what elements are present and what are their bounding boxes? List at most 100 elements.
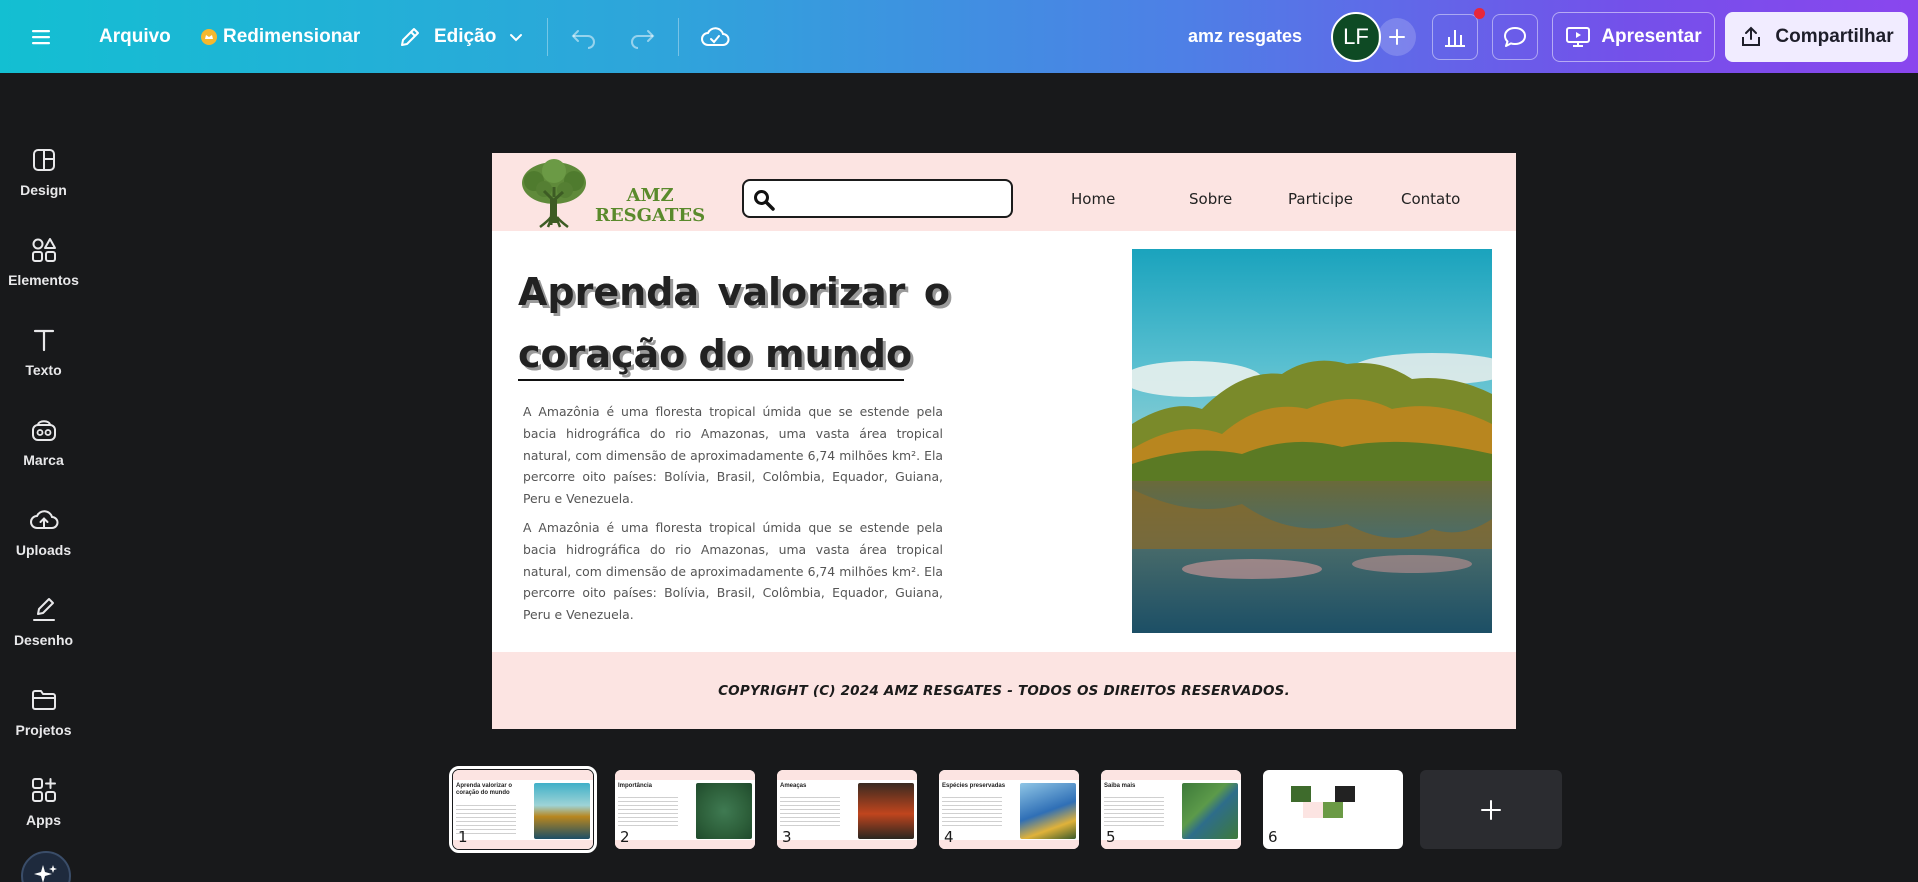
- sidebar-item-elements[interactable]: Elementos: [0, 223, 87, 301]
- sidebar-item-label: Projetos: [15, 722, 72, 738]
- thumbnail-title: Importância: [618, 783, 653, 789]
- sidebar-item-draw[interactable]: Desenho: [0, 583, 87, 661]
- sidebar-item-label: Desenho: [13, 632, 74, 648]
- shapes-icon: [31, 238, 56, 262]
- document-title-text: amz resgates: [1188, 26, 1303, 46]
- page-thumbnail-5[interactable]: Saiba mais 5: [1101, 770, 1241, 849]
- present-button[interactable]: Apresentar: [1552, 12, 1715, 62]
- logo-line-1: AMZ: [626, 185, 674, 206]
- thumbnail-text-lines: [942, 797, 1002, 827]
- nav-link-home[interactable]: Home: [1071, 190, 1115, 208]
- thumbnail-text-lines: [1104, 797, 1164, 827]
- add-page-button[interactable]: [1420, 770, 1562, 849]
- bar-chart-icon: [1445, 30, 1465, 47]
- page-footer[interactable]: COPYRIGHT (C) 2024 AMZ RESGATES - TODOS …: [492, 652, 1516, 729]
- edit-mode-dropdown[interactable]: Edição: [398, 0, 524, 73]
- resize-label: Redimensionar: [223, 25, 361, 47]
- thumbnail-title: Ameaças: [780, 783, 807, 789]
- sidebar-item-design[interactable]: Design: [0, 133, 87, 211]
- thumbnail-header: [453, 770, 593, 780]
- sidebar-item-label: Elementos: [8, 272, 79, 288]
- thumbnail-header: [615, 770, 755, 780]
- thumbnail-number: 6: [1268, 828, 1278, 846]
- undo-button[interactable]: [570, 0, 598, 73]
- design-page-canvas[interactable]: AMZ RESGATES Home Sobre Participe Contat…: [492, 153, 1516, 729]
- intro-paragraph-2[interactable]: A Amazônia é uma floresta tropical úmida…: [523, 517, 943, 626]
- color-swatch: [1323, 802, 1343, 818]
- sidebar-item-label: Design: [20, 182, 67, 198]
- sidebar-item-uploads[interactable]: Uploads: [0, 493, 87, 571]
- thumbnail-header: [1101, 770, 1241, 780]
- file-menu-label: Arquivo: [99, 25, 171, 47]
- thumbnail-footer: [939, 840, 1079, 849]
- hamburger-menu-button[interactable]: [30, 0, 52, 73]
- tree-logo-icon: [522, 159, 586, 228]
- sidebar-item-label: Texto: [25, 362, 62, 378]
- intro-paragraph-1[interactable]: A Amazônia é uma floresta tropical úmida…: [523, 401, 943, 510]
- redo-icon: [631, 29, 655, 49]
- page-thumbnail-2[interactable]: Importância 2: [615, 770, 755, 849]
- top-toolbar: Arquivo Redimensionar Edição amz resgate…: [0, 0, 1918, 73]
- sidebar-item-label: Uploads: [15, 542, 72, 558]
- page-thumbnail-3[interactable]: Ameaças 3: [777, 770, 917, 849]
- page-thumbnail-4[interactable]: Espécies preservadas 4: [939, 770, 1079, 849]
- redo-button[interactable]: [628, 0, 656, 73]
- color-swatch: [1335, 786, 1355, 802]
- file-menu-button[interactable]: Arquivo: [99, 0, 171, 73]
- thumbnail-number: 3: [782, 828, 792, 846]
- share-label: Compartilhar: [1775, 26, 1894, 47]
- avatar-initials: LF: [1343, 24, 1369, 49]
- thumbnail-footer: [777, 840, 917, 849]
- draw-icon: [32, 598, 55, 621]
- sidebar-item-brand[interactable]: Marca: [0, 403, 87, 481]
- crown-icon: [201, 28, 217, 45]
- thumbnail-image: [858, 783, 914, 839]
- thumbnail-image: [534, 783, 590, 839]
- share-button[interactable]: Compartilhar: [1725, 12, 1908, 62]
- page-thumbnail-1[interactable]: Aprenda valorizar o coração do mundo 1: [449, 766, 597, 853]
- nav-link-about[interactable]: Sobre: [1189, 190, 1232, 208]
- logo-wordmark: AMZ RESGATES: [595, 186, 705, 226]
- save-status-button[interactable]: [700, 0, 730, 73]
- nav-link-contact[interactable]: Contato: [1401, 190, 1460, 208]
- sidebar-item-text[interactable]: Texto: [0, 313, 87, 391]
- notification-dot: [1474, 8, 1485, 19]
- left-sidebar: Design Elementos Texto Marca Uploads Des…: [0, 73, 87, 882]
- copyright-text: COPYRIGHT (C) 2024 AMZ RESGATES - TODOS …: [718, 682, 1290, 699]
- document-title[interactable]: amz resgates: [1188, 0, 1302, 73]
- thumbnail-header: [939, 770, 1079, 780]
- presentation-icon: [1566, 27, 1591, 47]
- nav-link-participate[interactable]: Participe: [1288, 190, 1353, 208]
- headline-word: o: [923, 270, 950, 314]
- page-header[interactable]: AMZ RESGATES Home Sobre Participe Contat…: [492, 153, 1516, 231]
- sidebar-item-label: Marca: [23, 452, 64, 468]
- amazon-river-photo[interactable]: [1132, 249, 1492, 633]
- page-thumbnail-6[interactable]: 6: [1263, 770, 1403, 849]
- page-headline[interactable]: Aprenda valorizar o coração do mundo: [518, 261, 954, 385]
- thumbnail-number: 2: [620, 828, 630, 846]
- sparkle-icon: [34, 865, 57, 882]
- sidebar-item-apps[interactable]: Apps: [0, 763, 87, 841]
- headline-underline: [518, 379, 904, 381]
- comments-button[interactable]: [1492, 14, 1538, 60]
- search-icon: [754, 190, 775, 211]
- avatar[interactable]: LF: [1331, 12, 1381, 62]
- resize-button[interactable]: Redimensionar: [201, 0, 360, 73]
- plus-icon: [1481, 799, 1501, 820]
- headline-word: Aprenda: [518, 270, 700, 314]
- layout-icon: [32, 149, 55, 171]
- hamburger-icon: [32, 29, 50, 44]
- forest-river-image: [1132, 249, 1492, 633]
- apps-icon: [31, 778, 56, 802]
- comment-icon: [1504, 27, 1526, 47]
- logo-line-2: RESGATES: [595, 205, 706, 226]
- thumbnail-footer: [1101, 840, 1241, 849]
- thumbnail-footer: [453, 840, 593, 849]
- insights-button[interactable]: [1432, 14, 1478, 60]
- add-collaborator-button[interactable]: [1378, 18, 1416, 56]
- text-icon: [33, 329, 54, 352]
- sidebar-item-projects[interactable]: Projetos: [0, 673, 87, 751]
- toolbar-divider: [678, 18, 679, 56]
- headline-line-2: coração do mundo: [518, 332, 913, 376]
- search-input[interactable]: [742, 179, 1013, 218]
